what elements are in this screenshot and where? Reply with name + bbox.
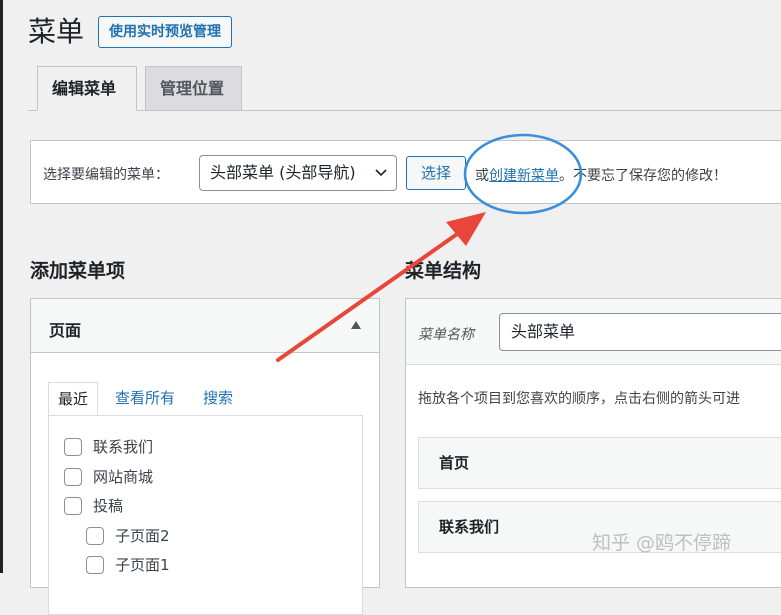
- admin-sidebar-edge: [0, 0, 3, 573]
- tab-recent[interactable]: 最近: [48, 382, 99, 416]
- checkbox[interactable]: [86, 527, 104, 545]
- pages-panel-header[interactable]: 页面: [31, 299, 379, 353]
- list-item-label: 子页面2: [115, 527, 170, 545]
- create-new-menu-link[interactable]: 创建新菜单: [489, 168, 559, 184]
- checkbox[interactable]: [64, 497, 82, 515]
- period: 。: [559, 168, 573, 184]
- menu-name-label: 菜单名称: [418, 327, 474, 343]
- tab-edit-menus[interactable]: 编辑菜单: [37, 66, 137, 111]
- or-label: 或: [475, 168, 489, 184]
- save-reminder: 不要忘了保存您的修改！: [573, 168, 727, 184]
- collapse-arrow-icon[interactable]: [351, 319, 361, 332]
- manage-menus-bar: 选择要编辑的菜单： 头部菜单 (头部导航) 选择 或创建新菜单。不要忘了保存您的…: [30, 140, 781, 204]
- list-item-label: 网站商城: [93, 468, 154, 486]
- page-title: 菜单: [28, 15, 85, 48]
- checkbox[interactable]: [64, 438, 82, 456]
- menu-select-value: 头部菜单 (头部导航): [210, 163, 356, 182]
- checkbox[interactable]: [64, 468, 82, 486]
- tab-search[interactable]: 搜索: [203, 387, 233, 408]
- list-item-label: 联系我们: [93, 438, 154, 456]
- tabs-divider: [28, 110, 781, 111]
- menu-name-input[interactable]: 头部菜单: [499, 313, 781, 351]
- menu-item-home[interactable]: 首页: [418, 437, 781, 489]
- select-menu-label: 选择要编辑的菜单：: [43, 167, 169, 183]
- menu-select-dropdown[interactable]: 头部菜单 (头部导航): [199, 155, 397, 191]
- checkbox[interactable]: [86, 556, 104, 574]
- list-item-label: 子页面1: [115, 556, 170, 574]
- drag-hint-text: 拖放各个项目到您喜欢的顺序，点击右侧的箭头可进: [418, 391, 740, 407]
- add-menu-items-heading: 添加菜单项: [30, 260, 126, 282]
- recent-pages-list: 联系我们 网站商城 投稿 子页面2 子页面1: [48, 415, 363, 615]
- live-preview-button[interactable]: 使用实时预览管理: [98, 16, 232, 48]
- chevron-down-icon: [375, 156, 387, 203]
- menu-name-bar: 菜单名称 头部菜单: [406, 299, 781, 365]
- tab-manage-locations[interactable]: 管理位置: [145, 66, 242, 111]
- arrow-head-icon: [446, 212, 486, 246]
- pages-panel: 页面 最近 查看所有 搜索 联系我们 网站商城 投稿 子页面2 子页面1: [30, 298, 380, 615]
- watermark: 知乎 @鸥不停蹄: [592, 532, 732, 554]
- tab-view-all[interactable]: 查看所有: [115, 387, 175, 408]
- list-item-label: 投稿: [93, 497, 124, 515]
- create-menu-text: 或创建新菜单。不要忘了保存您的修改！: [475, 165, 727, 185]
- menu-structure-heading: 菜单结构: [405, 260, 482, 282]
- select-button[interactable]: 选择: [406, 156, 466, 190]
- pages-panel-title: 页面: [49, 321, 82, 340]
